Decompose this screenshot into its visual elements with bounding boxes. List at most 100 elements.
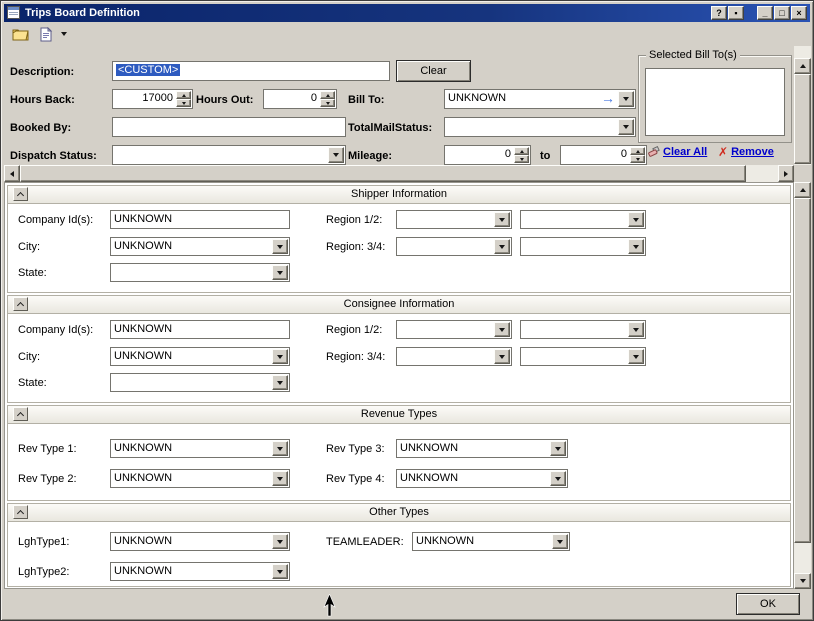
selected-bill-to-listbox[interactable] [645,68,785,136]
horizontal-scrollbar[interactable] [4,165,794,182]
clear-button[interactable]: Clear [396,60,471,82]
dropdown-button[interactable] [272,441,288,456]
region1-combo[interactable] [396,210,512,229]
lghtype2-combo[interactable]: UNKNOWN [110,562,290,581]
rev-type-4-combo[interactable]: UNKNOWN [396,469,568,488]
scroll-thumb[interactable] [794,74,811,164]
file-dropdown-button[interactable] [58,23,70,45]
region3-combo[interactable] [396,237,512,256]
dropdown-button[interactable] [550,441,566,456]
dropdown-button[interactable] [272,265,288,280]
description-input[interactable]: <CUSTOM> [112,61,390,81]
dropdown-button[interactable] [628,212,644,227]
remove-link[interactable]: ✗ Remove [718,146,774,158]
spin-down-button[interactable] [320,99,335,107]
chevron-up-icon [17,510,24,517]
state-combo[interactable] [110,373,290,392]
rev-type-3-combo[interactable]: UNKNOWN [396,439,568,458]
collapse-button[interactable] [13,407,28,421]
lghtype2-label: LghType2: [18,565,69,579]
title-bar[interactable]: Trips Board Definition ? ▪ _ □ × [4,4,810,22]
rev-type-2-combo[interactable]: UNKNOWN [110,469,290,488]
close-button[interactable]: × [791,6,807,20]
scroll-thumb[interactable] [20,165,746,182]
region4-combo[interactable] [520,347,646,366]
bill-to-combo[interactable]: UNKNOWN → [444,89,636,109]
region2-combo[interactable] [520,210,646,229]
hours-back-spinner[interactable]: 17000 [112,89,193,109]
dropdown-button[interactable] [618,119,634,135]
spin-down-button[interactable] [630,155,645,163]
dropdown-button[interactable] [494,322,510,337]
dropdown-button[interactable] [272,564,288,579]
clear-all-link[interactable]: Clear All [648,146,707,158]
chevron-down-icon [277,447,283,451]
scroll-down-button[interactable] [794,573,811,589]
spin-up-button[interactable] [320,91,335,99]
dropdown-button[interactable] [618,91,634,107]
up-arrow-icon [326,94,330,97]
minimize-button[interactable]: _ [757,6,773,20]
pin-button[interactable]: ▪ [728,6,744,20]
spin-up-button[interactable] [176,91,191,99]
help-button[interactable]: ? [711,6,727,20]
state-combo[interactable] [110,263,290,282]
region1-combo[interactable] [396,320,512,339]
dropdown-button[interactable] [628,349,644,364]
dropdown-button[interactable] [494,212,510,227]
company-ids-input[interactable]: UNKNOWN [110,210,290,229]
dropdown-button[interactable] [328,147,344,163]
hours-out-spinner[interactable]: 0 [263,89,337,109]
open-button[interactable] [8,23,32,45]
chevron-down-icon [277,381,283,385]
dispatch-status-combo[interactable] [112,145,346,165]
scroll-thumb[interactable] [794,198,811,543]
booked-by-input[interactable] [112,117,346,137]
dropdown-button[interactable] [272,375,288,390]
scroll-up-button[interactable] [794,58,811,74]
rev-type-1-combo[interactable]: UNKNOWN [110,439,290,458]
spin-down-button[interactable] [176,99,191,107]
dropdown-button[interactable] [494,239,510,254]
mileage-from-spinner[interactable]: 0 [444,145,531,165]
chevron-down-icon [633,328,639,332]
revenue-types-section: Revenue Types Rev Type 1: UNKNOWN Rev Ty… [7,405,791,501]
city-combo[interactable]: UNKNOWN [110,237,290,256]
dropdown-button[interactable] [552,534,568,549]
down-arrow-icon [520,158,524,161]
file-button[interactable] [34,23,58,45]
collapse-button[interactable] [13,505,28,519]
teamleader-combo[interactable]: UNKNOWN [412,532,570,551]
spin-up-button[interactable] [630,147,645,155]
dropdown-button[interactable] [628,322,644,337]
dropdown-button[interactable] [272,534,288,549]
dropdown-button[interactable] [628,239,644,254]
scroll-left-button[interactable] [4,165,20,182]
collapse-button[interactable] [13,187,28,201]
maximize-button[interactable]: □ [774,6,790,20]
region2-combo[interactable] [520,320,646,339]
city-combo[interactable]: UNKNOWN [110,347,290,366]
ok-button[interactable]: OK [736,593,800,615]
dropdown-button[interactable] [272,471,288,486]
blue-right-arrow-icon[interactable]: → [601,90,615,107]
region4-combo[interactable] [520,237,646,256]
mileage-to-spinner[interactable]: 0 [560,145,647,165]
filter-scrollbar[interactable] [794,46,811,165]
region3-combo[interactable] [396,347,512,366]
spin-down-button[interactable] [514,155,529,163]
spinner-buttons [320,91,335,107]
total-mail-status-combo[interactable] [444,117,636,137]
scroll-up-button[interactable] [794,182,811,198]
dropdown-button[interactable] [550,471,566,486]
collapse-button[interactable] [13,297,28,311]
spin-up-button[interactable] [514,147,529,155]
lghtype1-combo[interactable]: UNKNOWN [110,532,290,551]
scroll-right-button[interactable] [778,165,794,182]
company-ids-input[interactable]: UNKNOWN [110,320,290,339]
dropdown-button[interactable] [272,349,288,364]
dropdown-button[interactable] [494,349,510,364]
main-scrollbar[interactable] [794,182,811,589]
open-folder-icon [12,27,29,41]
dropdown-button[interactable] [272,239,288,254]
